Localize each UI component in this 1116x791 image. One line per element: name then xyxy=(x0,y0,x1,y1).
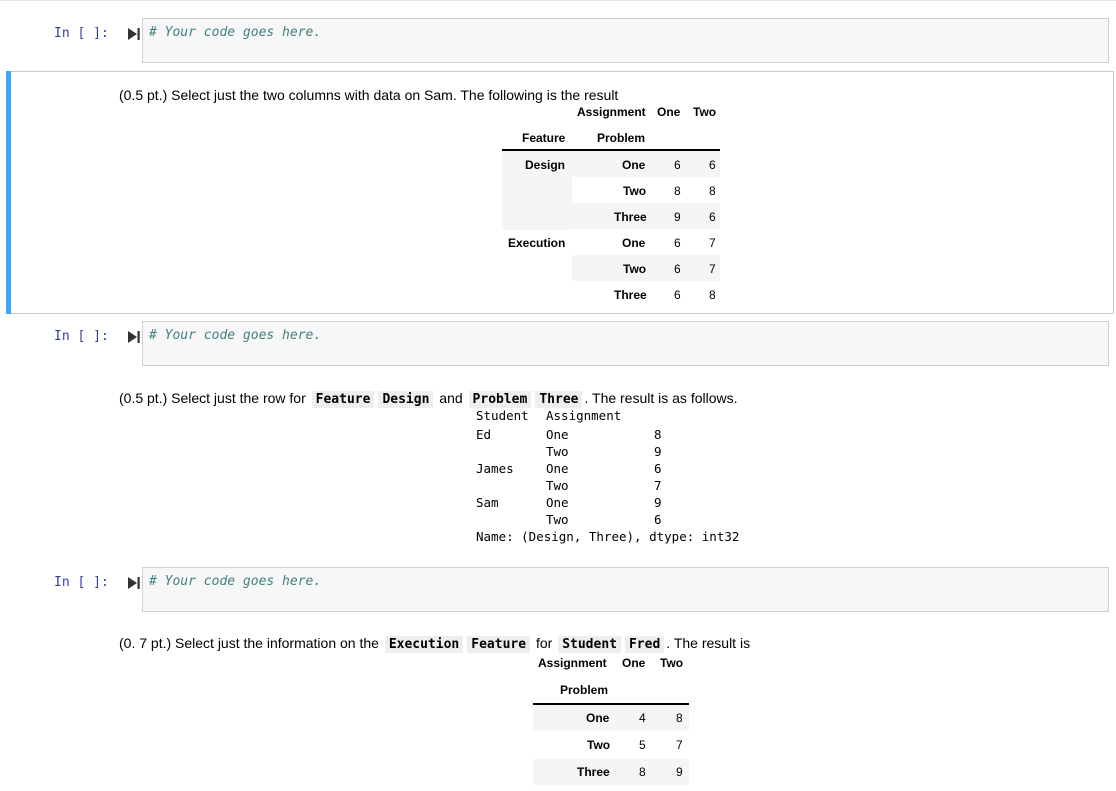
inline-code: Execution xyxy=(384,636,464,653)
inline-code: Feature xyxy=(467,636,531,653)
column-header: Two xyxy=(660,656,684,670)
run-cell-icon[interactable] xyxy=(128,28,140,40)
table-cell: 6 xyxy=(674,288,681,302)
column-header: Two xyxy=(693,105,717,119)
row-label-feature: Design xyxy=(525,158,566,172)
row-label-feature: Execution xyxy=(508,236,566,250)
inline-code: Feature xyxy=(311,391,375,408)
table-cell: 5 xyxy=(639,738,646,752)
table-cell: 6 xyxy=(709,158,716,172)
series-index: One xyxy=(546,495,569,510)
series-value: 6 xyxy=(654,512,662,527)
run-cell-icon[interactable] xyxy=(128,577,140,589)
row-label-problem: One xyxy=(586,711,610,725)
column-header: One xyxy=(622,656,646,670)
series-header: Student xyxy=(476,408,529,423)
row-label-problem: Three xyxy=(614,210,647,224)
task-1-instructions: (0.5 pt.) Select just the two columns wi… xyxy=(119,87,619,103)
series-index: James xyxy=(476,461,514,476)
table-row-shade xyxy=(572,151,720,177)
row-label-problem: One xyxy=(622,236,646,250)
code-input[interactable]: # Your code goes here. xyxy=(142,18,1109,63)
text: and xyxy=(439,390,463,406)
table-cell: 6 xyxy=(674,158,681,172)
table-cell: 9 xyxy=(674,210,681,224)
row-label-problem: Two xyxy=(623,262,647,276)
run-cell-icon[interactable] xyxy=(128,331,140,343)
series-header: Assignment xyxy=(546,408,622,423)
table-cell: 9 xyxy=(676,765,683,779)
column-index-name: Assignment xyxy=(538,656,607,670)
table-cell: 7 xyxy=(676,738,683,752)
column-index-name: Assignment xyxy=(577,105,646,119)
task-2-instructions: (0.5 pt.) Select just the row for Featur… xyxy=(119,390,738,408)
series-index: Two xyxy=(546,478,569,493)
table-row-shade xyxy=(533,759,689,785)
inline-code: Design xyxy=(378,391,434,408)
cell-prompt: In [ ]: xyxy=(54,26,109,41)
top-divider xyxy=(0,0,1116,1)
table-cell: 8 xyxy=(639,765,646,779)
series-value: 6 xyxy=(654,461,662,476)
series-index: Ed xyxy=(476,427,492,442)
table-header-rule xyxy=(533,703,689,705)
table-cell: 7 xyxy=(709,236,716,250)
series-index: Two xyxy=(546,512,569,527)
inline-code: Problem xyxy=(468,391,532,408)
table-cell: 8 xyxy=(676,711,683,725)
series-value: 7 xyxy=(654,478,662,493)
series-value: 9 xyxy=(654,444,662,459)
table-cell: 6 xyxy=(674,262,681,276)
row-index-name: Problem xyxy=(560,683,609,697)
series-value: 8 xyxy=(654,427,662,442)
code-input[interactable]: # Your code goes here. xyxy=(142,321,1109,366)
table-row-shade xyxy=(533,705,689,731)
table-header-rule xyxy=(502,149,720,151)
text: . The result is xyxy=(666,635,751,651)
series-value: 9 xyxy=(654,495,662,510)
series-index: Sam xyxy=(476,495,499,510)
code-comment: # Your code goes here. xyxy=(149,574,322,589)
series-index: One xyxy=(546,427,569,442)
code-input[interactable]: # Your code goes here. xyxy=(142,567,1109,612)
table-cell: 8 xyxy=(709,288,716,302)
cell-selection-indicator xyxy=(6,71,11,314)
text: for xyxy=(535,635,553,651)
table-cell: 7 xyxy=(709,262,716,276)
text: . The result is as follows. xyxy=(584,390,738,406)
cell-prompt: In [ ]: xyxy=(54,329,109,344)
table-cell: 8 xyxy=(674,184,681,198)
code-comment: # Your code goes here. xyxy=(149,328,322,343)
table-cell: 6 xyxy=(674,236,681,250)
series-index: One xyxy=(546,461,569,476)
cell-prompt: In [ ]: xyxy=(54,575,109,590)
table-cell: 6 xyxy=(709,210,716,224)
row-label-problem: Three xyxy=(577,765,610,779)
series-index: Two xyxy=(546,444,569,459)
text: (0. 7 pt.) Select just the information o… xyxy=(119,635,379,651)
row-index-name: Problem xyxy=(597,131,646,145)
inline-code: Student xyxy=(558,636,621,653)
row-label-problem: Two xyxy=(623,184,647,198)
series-footer: Name: (Design, Three), dtype: int32 xyxy=(476,529,740,544)
inline-code: Three xyxy=(535,391,583,408)
code-comment: # Your code goes here. xyxy=(149,25,322,40)
row-label-problem: Two xyxy=(587,738,611,752)
table-cell: 4 xyxy=(639,711,646,725)
inline-code: Fred xyxy=(624,636,665,653)
row-label-problem: One xyxy=(622,158,646,172)
row-index-name: Feature xyxy=(522,131,566,145)
column-header: One xyxy=(657,105,681,119)
table-cell: 8 xyxy=(709,184,716,198)
task-3-instructions: (0. 7 pt.) Select just the information o… xyxy=(119,635,751,653)
text: (0.5 pt.) Select just the row for xyxy=(119,390,306,406)
row-label-problem: Three xyxy=(614,288,647,302)
